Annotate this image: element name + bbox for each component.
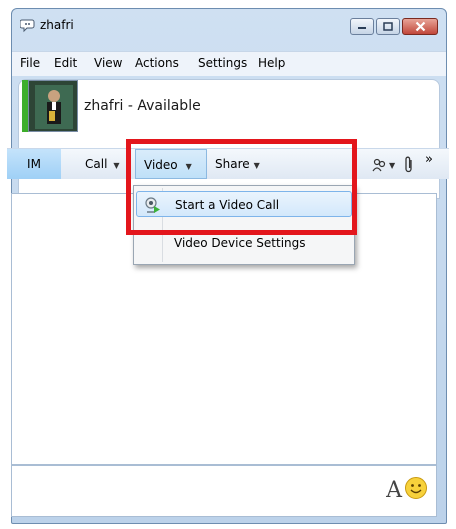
maximize-button[interactable] — [376, 18, 400, 35]
menu-edit[interactable]: Edit — [54, 56, 77, 70]
video-button[interactable]: Video ▼ — [135, 149, 207, 179]
video-caret-icon[interactable]: ▼ — [186, 162, 192, 171]
video-call-icon — [145, 197, 160, 213]
video-device-settings-label: Video Device Settings — [174, 236, 306, 250]
share-label: Share — [215, 157, 250, 171]
toolbar-overflow-button[interactable]: » — [425, 149, 433, 179]
title-bar[interactable]: zhafri — [12, 9, 446, 43]
contact-photo — [29, 81, 77, 131]
change-font-button[interactable]: A — [386, 478, 402, 503]
menu-help[interactable]: Help — [258, 56, 285, 70]
paperclip-icon — [405, 156, 412, 172]
start-video-call-label: Start a Video Call — [175, 198, 280, 212]
menu-actions[interactable]: Actions — [135, 56, 179, 70]
call-caret-icon[interactable]: ▼ — [113, 161, 119, 170]
im-button[interactable]: IM — [7, 149, 61, 179]
video-device-settings-menu-item[interactable]: Video Device Settings — [136, 230, 352, 256]
minimize-icon — [358, 26, 366, 29]
minimize-button[interactable] — [350, 18, 374, 35]
maximize-icon — [383, 22, 393, 31]
menu-settings[interactable]: Settings — [198, 56, 247, 70]
people-icon — [372, 158, 386, 171]
communicator-icon — [20, 19, 35, 33]
contact-panel — [18, 79, 440, 199]
attach-file-button[interactable] — [403, 149, 415, 179]
video-label: Video — [144, 158, 178, 172]
menu-view[interactable]: View — [94, 56, 122, 70]
window-title: zhafri — [40, 18, 74, 32]
menu-bar: File Edit View Actions Settings Help — [12, 51, 446, 76]
call-button[interactable]: Call ▼ — [85, 149, 120, 179]
menu-file[interactable]: File — [20, 56, 40, 70]
share-caret-icon: ▼ — [253, 161, 260, 170]
avatar[interactable] — [28, 80, 78, 132]
share-button[interactable]: Share ▼ — [215, 149, 260, 179]
people-caret-icon: ▼ — [389, 161, 396, 170]
conversation-toolbar: IM Call ▼ Video ▼ Share ▼ ▼ » — [7, 148, 449, 179]
start-video-call-menu-item[interactable]: Start a Video Call — [136, 191, 352, 217]
call-label: Call — [85, 157, 108, 171]
smiley-icon[interactable] — [404, 476, 428, 500]
close-button[interactable] — [402, 18, 438, 35]
video-dropdown-menu: Start a Video Call Video Device Settings — [133, 185, 355, 265]
add-people-button[interactable]: ▼ — [371, 149, 395, 179]
message-compose-area[interactable]: A — [11, 465, 437, 517]
close-icon — [415, 21, 425, 32]
contact-name-status: zhafri - Available — [84, 98, 201, 114]
